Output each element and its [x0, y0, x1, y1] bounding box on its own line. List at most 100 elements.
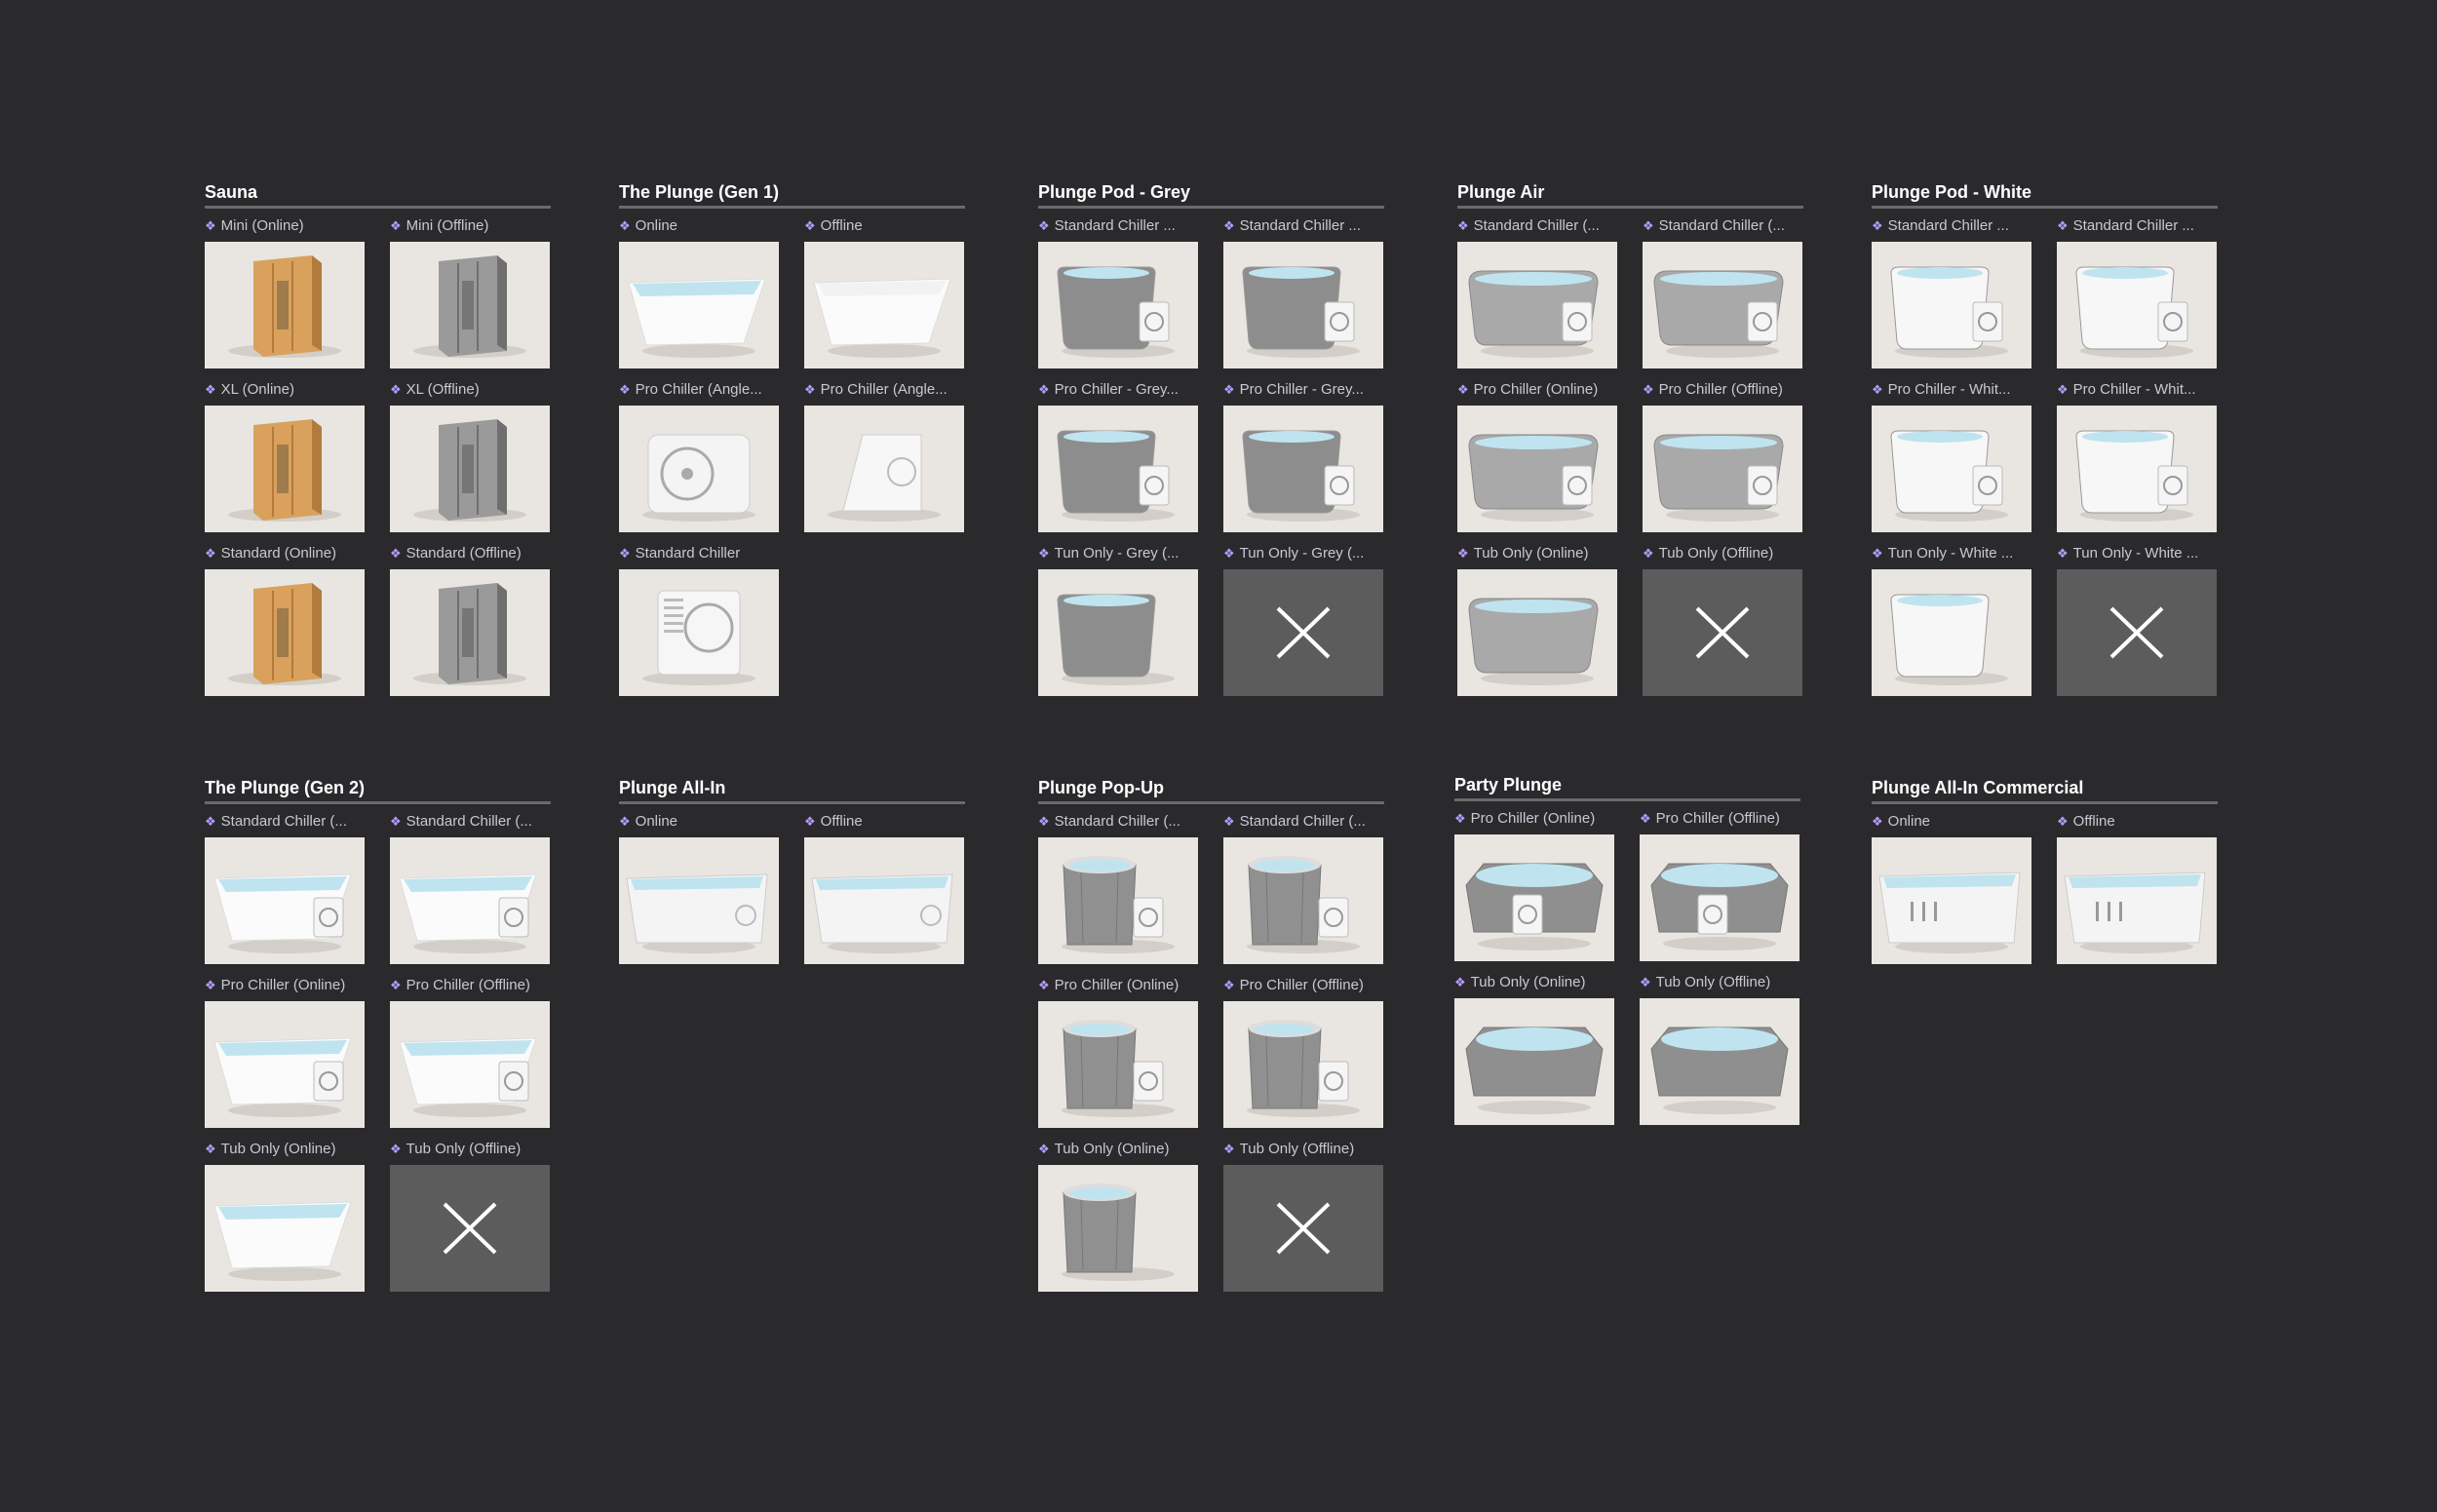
variant-label[interactable]: ❖ Tub Only (Offline)	[1223, 1140, 1389, 1159]
pod-grey-chiller-icon[interactable]	[1223, 242, 1383, 368]
pod-grey-chiller-icon[interactable]	[1223, 406, 1383, 532]
variant-label[interactable]: ❖ XL (Online)	[205, 380, 370, 400]
party-tub-icon[interactable]	[1640, 998, 1799, 1125]
air-tub-chiller-icon[interactable]	[1643, 406, 1802, 532]
variant-label[interactable]: ❖ Tub Only (Online)	[1038, 1140, 1204, 1159]
group-title[interactable]: Plunge Pop-Up	[1038, 777, 1384, 798]
variant-label[interactable]: ❖ Pro Chiller - Grey...	[1223, 380, 1389, 400]
pod-grey-icon[interactable]	[1038, 569, 1198, 696]
commercial-tub-icon[interactable]	[1872, 837, 2031, 964]
popup-chiller-icon[interactable]	[1223, 837, 1383, 964]
tub-white-icon[interactable]	[619, 242, 779, 368]
variant-label[interactable]: ❖ Standard (Online)	[205, 544, 370, 563]
unavailable-x-icon[interactable]	[390, 1165, 550, 1292]
variant-label[interactable]: ❖ Standard Chiller ...	[1038, 216, 1204, 236]
variant-label[interactable]: ❖ Mini (Offline)	[390, 216, 556, 236]
variant-label[interactable]: ❖ Tub Only (Offline)	[390, 1140, 556, 1159]
variant-label[interactable]: ❖ Tun Only - White ...	[1872, 544, 2037, 563]
air-tub-chiller-icon[interactable]	[1457, 406, 1617, 532]
party-tub-icon[interactable]	[1454, 998, 1614, 1125]
variant-label[interactable]: ❖ XL (Offline)	[390, 380, 556, 400]
variant-label[interactable]: ❖ Standard Chiller (...	[1223, 812, 1389, 832]
variant-label[interactable]: ❖ Standard Chiller (...	[1038, 812, 1204, 832]
popup-chiller-icon[interactable]	[1038, 837, 1198, 964]
variant-label[interactable]: ❖ Tun Only - Grey (...	[1223, 544, 1389, 563]
popup-chiller-icon[interactable]	[1223, 1001, 1383, 1128]
popup-tub-icon[interactable]	[1038, 1165, 1198, 1292]
variant-label[interactable]: ❖ Pro Chiller (Online)	[1038, 976, 1204, 995]
tub-white-icon[interactable]	[205, 1165, 365, 1292]
popup-chiller-icon[interactable]	[1038, 1001, 1198, 1128]
sauna-grey-icon[interactable]	[390, 242, 550, 368]
variant-label[interactable]: ❖ Standard Chiller ...	[1223, 216, 1389, 236]
variant-label[interactable]: ❖ Standard Chiller ...	[1872, 216, 2037, 236]
air-tub-chiller-icon[interactable]	[1457, 242, 1617, 368]
variant-label[interactable]: ❖ Tub Only (Offline)	[1643, 544, 1808, 563]
unavailable-x-icon[interactable]	[1643, 569, 1802, 696]
tub-white-chiller-icon[interactable]	[390, 1001, 550, 1128]
variant-label[interactable]: ❖ Tub Only (Online)	[205, 1140, 370, 1159]
sauna-wood-icon[interactable]	[205, 569, 365, 696]
commercial-tub-icon[interactable]	[2057, 837, 2217, 964]
pod-grey-chiller-icon[interactable]	[1038, 406, 1198, 532]
variant-label[interactable]: ❖ Standard Chiller	[619, 544, 785, 563]
tub-white-chiller-icon[interactable]	[205, 1001, 365, 1128]
group-title[interactable]: The Plunge (Gen 2)	[205, 777, 551, 798]
sauna-wood-icon[interactable]	[205, 406, 365, 532]
variant-label[interactable]: ❖ Standard Chiller (...	[205, 812, 370, 832]
variant-label[interactable]: ❖ Pro Chiller - Grey...	[1038, 380, 1204, 400]
group-title[interactable]: Plunge All-In	[619, 777, 965, 798]
variant-label[interactable]: ❖ Pro Chiller (Offline)	[1223, 976, 1389, 995]
allin-tub-icon[interactable]	[619, 837, 779, 964]
variant-label[interactable]: ❖ Pro Chiller (Online)	[205, 976, 370, 995]
air-tub-chiller-icon[interactable]	[1643, 242, 1802, 368]
variant-label[interactable]: ❖ Pro Chiller (Offline)	[1643, 380, 1808, 400]
variant-label[interactable]: ❖ Pro Chiller (Angle...	[804, 380, 970, 400]
variant-label[interactable]: ❖ Tun Only - White ...	[2057, 544, 2223, 563]
pod-white-icon[interactable]	[1872, 569, 2031, 696]
variant-label[interactable]: ❖ Pro Chiller (Online)	[1457, 380, 1623, 400]
variant-label[interactable]: ❖ Standard Chiller (...	[1643, 216, 1808, 236]
party-tub-chiller-icon[interactable]	[1454, 834, 1614, 961]
chiller-wedge-icon[interactable]	[804, 406, 964, 532]
sauna-grey-icon[interactable]	[390, 569, 550, 696]
tub-white-empty-icon[interactable]	[804, 242, 964, 368]
air-tub-icon[interactable]	[1457, 569, 1617, 696]
pod-white-chiller-icon[interactable]	[1872, 242, 2031, 368]
variant-label[interactable]: ❖ Pro Chiller (Online)	[1454, 809, 1620, 829]
variant-label[interactable]: ❖ Tun Only - Grey (...	[1038, 544, 1204, 563]
group-title[interactable]: Plunge Air	[1457, 181, 1803, 203]
pod-grey-chiller-icon[interactable]	[1038, 242, 1198, 368]
variant-label[interactable]: ❖ Online	[619, 216, 785, 236]
chiller-box-icon[interactable]	[619, 406, 779, 532]
pod-white-chiller-icon[interactable]	[2057, 242, 2217, 368]
variant-label[interactable]: ❖ Offline	[2057, 812, 2223, 832]
sauna-grey-icon[interactable]	[390, 406, 550, 532]
pod-white-chiller-icon[interactable]	[2057, 406, 2217, 532]
variant-label[interactable]: ❖ Standard Chiller (...	[1457, 216, 1623, 236]
variant-label[interactable]: ❖ Tub Only (Offline)	[1640, 973, 1805, 992]
group-title[interactable]: Plunge Pod - Grey	[1038, 181, 1384, 203]
group-title[interactable]: Sauna	[205, 181, 551, 203]
variant-label[interactable]: ❖ Online	[1872, 812, 2037, 832]
pod-white-chiller-icon[interactable]	[1872, 406, 2031, 532]
variant-label[interactable]: ❖ Standard Chiller ...	[2057, 216, 2223, 236]
allin-tub-icon[interactable]	[804, 837, 964, 964]
group-title[interactable]: Party Plunge	[1454, 774, 1800, 795]
variant-label[interactable]: ❖ Offline	[804, 812, 970, 832]
unavailable-x-icon[interactable]	[1223, 1165, 1383, 1292]
variant-label[interactable]: ❖ Mini (Online)	[205, 216, 370, 236]
variant-label[interactable]: ❖ Tub Only (Online)	[1457, 544, 1623, 563]
tub-white-chiller-icon[interactable]	[205, 837, 365, 964]
group-title[interactable]: Plunge All-In Commercial	[1872, 777, 2218, 798]
variant-label[interactable]: ❖ Offline	[804, 216, 970, 236]
variant-label[interactable]: ❖ Pro Chiller (Offline)	[1640, 809, 1805, 829]
unavailable-x-icon[interactable]	[2057, 569, 2217, 696]
variant-label[interactable]: ❖ Standard (Offline)	[390, 544, 556, 563]
variant-label[interactable]: ❖ Pro Chiller (Offline)	[390, 976, 556, 995]
variant-label[interactable]: ❖ Online	[619, 812, 785, 832]
group-title[interactable]: The Plunge (Gen 1)	[619, 181, 965, 203]
variant-label[interactable]: ❖ Tub Only (Online)	[1454, 973, 1620, 992]
variant-label[interactable]: ❖ Pro Chiller - Whit...	[1872, 380, 2037, 400]
tub-white-chiller-icon[interactable]	[390, 837, 550, 964]
